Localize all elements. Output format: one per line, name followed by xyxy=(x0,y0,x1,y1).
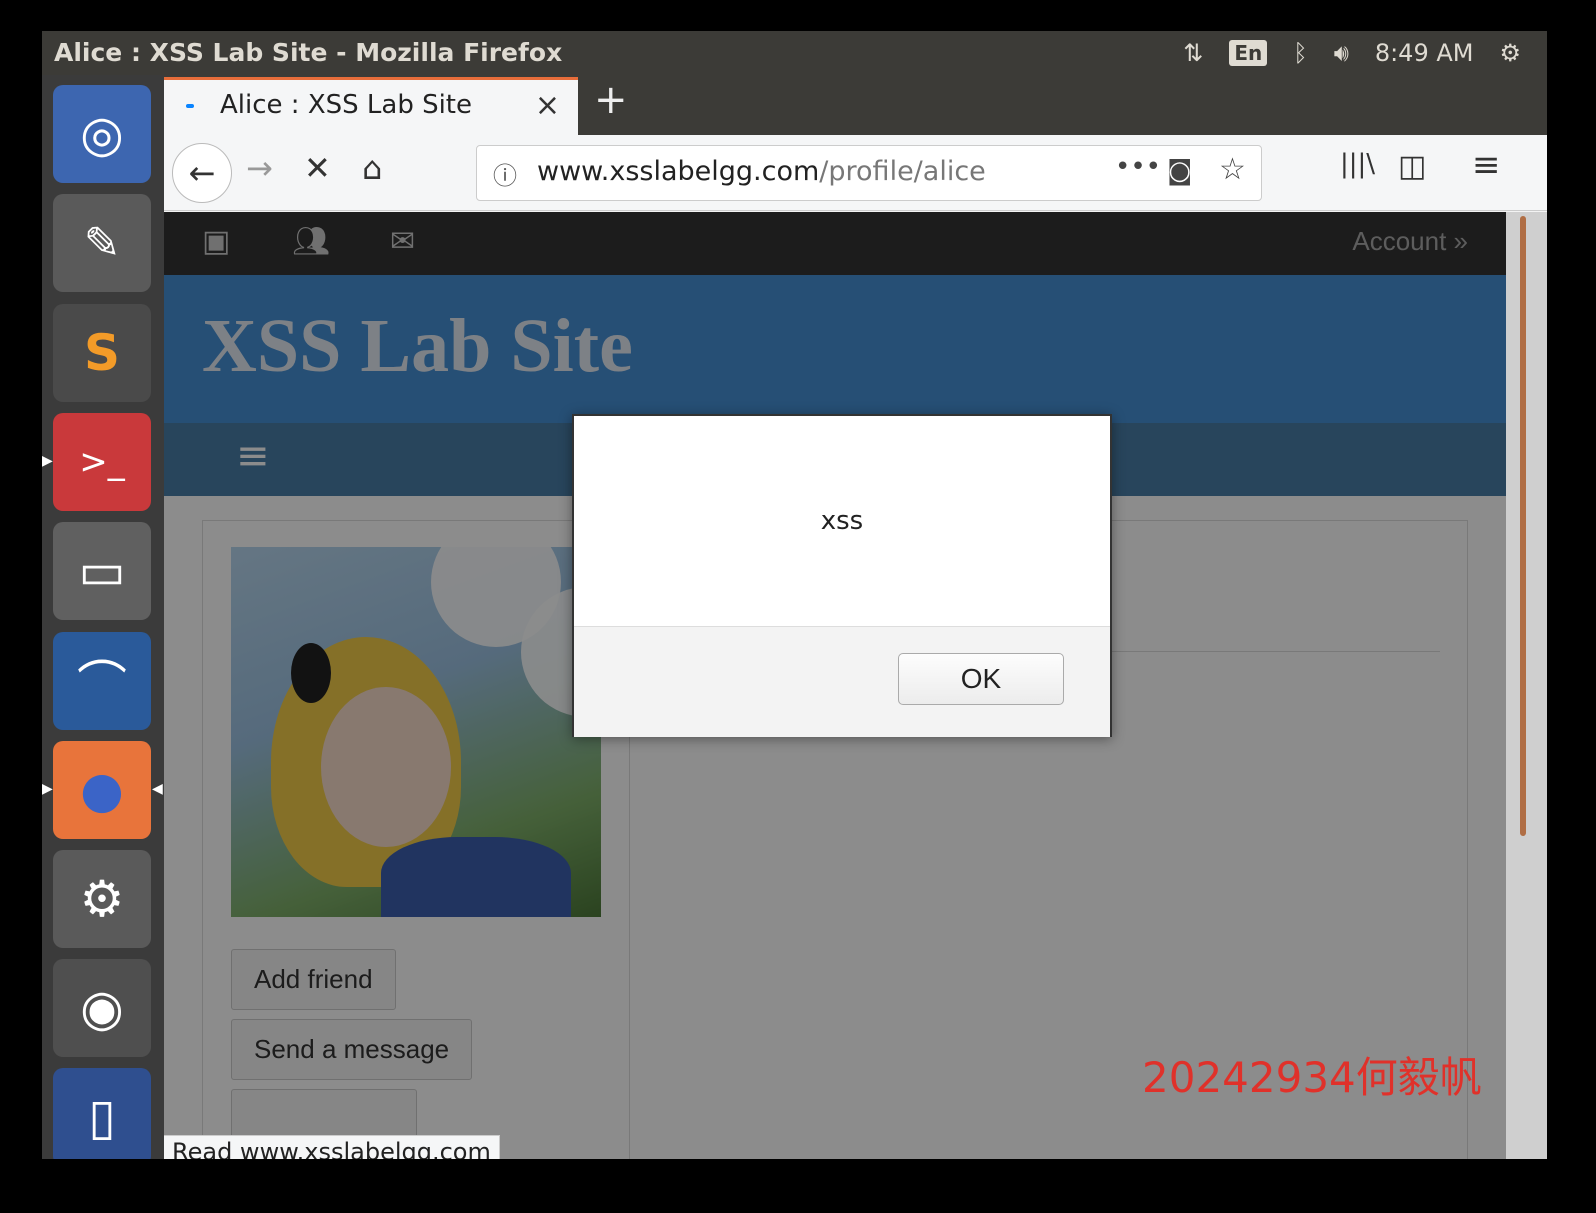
volume-icon[interactable]: 🔊︎ xyxy=(1334,39,1349,67)
sublime-text-icon[interactable]: S xyxy=(53,304,151,402)
bookmark-star-icon[interactable]: ☆ xyxy=(1219,152,1246,187)
running-indicator-icon: ▶ xyxy=(42,781,53,797)
system-tray: ⇅ En ᛒ 🔊︎ 8:49 AM ⚙ xyxy=(1183,31,1547,75)
desktop-frame: Alice : XSS Lab Site - Mozilla Firefox ⇅… xyxy=(42,31,1547,1159)
close-tab-icon[interactable]: × xyxy=(535,88,560,123)
home-button[interactable]: ⌂ xyxy=(362,149,382,187)
new-tab-button[interactable]: + xyxy=(594,77,628,123)
scrollbar-thumb[interactable] xyxy=(1520,216,1526,836)
ubuntu-dash-icon[interactable]: ◎ xyxy=(53,85,151,183)
launcher: ◎ ✎ S >_ ▭ ⌒ ● ⚙ ◉ ▯ ▶ ▶ ◀ xyxy=(42,75,164,1159)
url-text[interactable]: www.xsslabelgg.com/profile/alice xyxy=(537,156,986,187)
sidebar-icon[interactable]: ◫ xyxy=(1398,149,1426,184)
alert-dialog: xss OK xyxy=(572,414,1112,737)
tab-bar: Alice : XSS Lab Site × + xyxy=(164,75,1547,135)
text-editor-icon[interactable]: ✎ xyxy=(53,194,151,292)
tab-alice[interactable]: Alice : XSS Lab Site × xyxy=(164,77,578,135)
window-title: Alice : XSS Lab Site - Mozilla Firefox xyxy=(54,38,563,67)
power-icon[interactable]: ⚙ xyxy=(1499,39,1521,67)
loading-icon xyxy=(186,104,194,108)
terminal-icon[interactable]: >_ xyxy=(53,413,151,511)
stop-button[interactable]: ✕ xyxy=(304,149,331,187)
dvd-icon[interactable]: ◉ xyxy=(53,959,151,1057)
pocket-icon[interactable]: ◙ xyxy=(1167,156,1192,186)
scrollbar[interactable] xyxy=(1506,212,1547,1159)
menu-icon[interactable]: ≡ xyxy=(1472,145,1501,185)
bluetooth-icon[interactable]: ᛒ xyxy=(1293,39,1307,67)
url-path: /profile/alice xyxy=(819,156,986,187)
alert-footer: OK xyxy=(574,626,1110,737)
keyboard-layout-indicator[interactable]: En xyxy=(1229,40,1268,66)
url-bar[interactable]: ⓘ www.xsslabelgg.com/profile/alice ••• ◙… xyxy=(476,145,1262,201)
tab-label: Alice : XSS Lab Site xyxy=(220,90,473,120)
alert-message: xss xyxy=(820,506,864,536)
forward-button[interactable]: → xyxy=(246,149,273,187)
focused-indicator-icon: ◀ xyxy=(152,781,163,797)
wireshark-icon[interactable]: ⌒ xyxy=(53,632,151,730)
navigation-toolbar: ← → ✕ ⌂ ⓘ www.xsslabelgg.com/profile/ali… xyxy=(164,135,1547,211)
back-button[interactable]: ← xyxy=(172,143,232,203)
clock[interactable]: 8:49 AM xyxy=(1375,39,1474,67)
trash-icon[interactable]: ▯ xyxy=(53,1068,151,1159)
system-settings-icon[interactable]: ⚙ xyxy=(53,850,151,948)
file-manager-icon[interactable]: ▭ xyxy=(53,522,151,620)
firefox-icon[interactable]: ● xyxy=(53,741,151,839)
status-bar: Read www.xsslabelgg.com xyxy=(164,1135,500,1159)
page-actions-icon[interactable]: ••• xyxy=(1115,152,1161,182)
ok-button[interactable]: OK xyxy=(898,653,1064,705)
watermark: 20242934何毅帆 xyxy=(1142,1053,1482,1102)
running-indicator-icon: ▶ xyxy=(42,453,53,469)
library-icon[interactable]: |||\ xyxy=(1340,149,1375,179)
network-icon[interactable]: ⇅ xyxy=(1183,39,1203,67)
top-panel: Alice : XSS Lab Site - Mozilla Firefox ⇅… xyxy=(42,31,1547,75)
url-domain: www.xsslabelgg.com xyxy=(537,156,820,187)
site-info-icon[interactable]: ⓘ xyxy=(493,156,517,191)
